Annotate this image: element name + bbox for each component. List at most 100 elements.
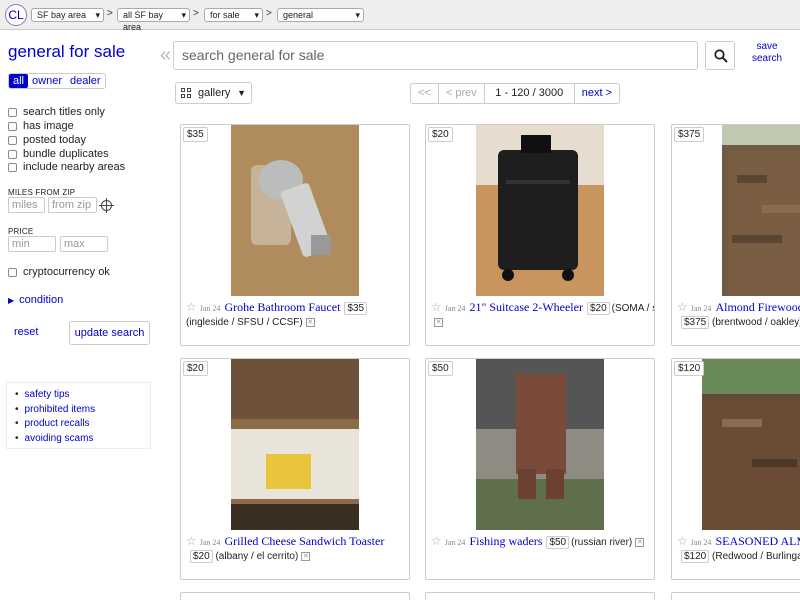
listing-date: Jan 24: [199, 304, 221, 313]
listing-card[interactable]: $20 ☆ Jan 24 21" Suitcase 2-Wheeler $20 (SOM…: [425, 124, 655, 346]
listing-location: (SOMA / south beach): [611, 303, 654, 314]
listing-meta: $20 (albany / el cerrito) ✕: [186, 550, 409, 563]
top-bar: CL SF bay area > all SF bay area > for s…: [0, 0, 800, 32]
listing-title[interactable]: Grilled Cheese Sandwich Toaster: [224, 534, 384, 548]
breadcrumb-separator: >: [107, 8, 113, 19]
subcategory-select[interactable]: general: [277, 8, 364, 22]
listing-photo[interactable]: [476, 125, 604, 296]
search-input[interactable]: search general for sale: [173, 41, 698, 70]
breadcrumb-separator: >: [193, 8, 199, 19]
listing-title[interactable]: 21" Suitcase 2-Wheeler: [469, 300, 583, 314]
min-price-input[interactable]: min: [8, 236, 56, 252]
first-page-button[interactable]: <<: [411, 84, 439, 103]
category-select[interactable]: for sale: [204, 8, 263, 22]
safety-tips-link[interactable]: safety tips: [15, 388, 150, 403]
avoiding-scams-link[interactable]: avoiding scams: [15, 432, 150, 447]
listing-photo[interactable]: [231, 125, 359, 296]
tab-owner[interactable]: owner: [28, 74, 66, 88]
listing-photo[interactable]: [702, 359, 800, 530]
condition-toggle[interactable]: ▶ condition: [8, 294, 63, 306]
checkbox[interactable]: [8, 149, 17, 159]
listing-photo[interactable]: [722, 125, 800, 296]
safety-links-box: safety tips prohibited items product rec…: [6, 382, 151, 449]
filter-has-image[interactable]: has image: [8, 119, 74, 133]
tab-dealer[interactable]: dealer: [66, 74, 105, 88]
collapse-sidebar-icon[interactable]: «: [160, 44, 171, 67]
filter-nearby-areas[interactable]: include nearby areas: [8, 160, 125, 174]
region-select[interactable]: SF bay area: [31, 8, 104, 22]
update-search-button[interactable]: update search: [69, 321, 150, 345]
save-search-label: search: [751, 53, 782, 64]
listing-card[interactable]: $120 ☆Jan 24SEASONED ALMOND FIREWOOD $12…: [671, 358, 800, 580]
toaster-photo: [231, 359, 359, 530]
checkbox[interactable]: [8, 162, 17, 172]
pagination: << < prev 1 - 120 / 3000 next >: [410, 83, 621, 104]
listing-location: (russian river): [571, 537, 633, 548]
listing-date: Jan 24: [199, 538, 221, 547]
listing-title[interactable]: Almond Firewood: [715, 300, 800, 314]
listing-card[interactable]: [425, 592, 655, 600]
listing-date: Jan 24: [690, 538, 712, 547]
listing-meta: (ingleside / SFSU / CCSF) ✕: [186, 317, 409, 328]
checkbox[interactable]: [8, 107, 17, 117]
listing-card[interactable]: [671, 592, 800, 600]
listing-meta: ✕: [431, 317, 654, 328]
condition-label: condition: [19, 294, 64, 306]
listing-title[interactable]: Grohe Bathroom Faucet: [224, 300, 340, 314]
miles-input[interactable]: miles: [8, 197, 45, 213]
listing-card[interactable]: $20 ☆ Jan 24 Grilled Cheese Sandwich Toast…: [180, 358, 410, 580]
listing-card[interactable]: $50 ☆ Jan 24 Fishing waders $50 (russian riv…: [425, 358, 655, 580]
locate-me-icon[interactable]: [99, 198, 114, 213]
star-icon[interactable]: ☆: [431, 534, 442, 548]
listing-date: Jan 24: [444, 538, 466, 547]
filter-bundle-duplicates[interactable]: bundle duplicates: [8, 147, 109, 161]
filter-label: posted today: [23, 134, 86, 146]
listing-photo[interactable]: [231, 359, 359, 530]
listing-title-line: ☆ Jan 24 Fishing waders $50 (russian river) ✕: [431, 534, 654, 549]
prev-page-button[interactable]: < prev: [439, 84, 485, 103]
tab-all[interactable]: all: [9, 74, 29, 88]
listing-card[interactable]: [180, 592, 410, 600]
search-icon: [714, 49, 728, 63]
filter-search-titles[interactable]: search titles only: [8, 105, 105, 119]
star-icon[interactable]: ☆: [677, 300, 688, 314]
caret-right-icon: ▶: [8, 296, 15, 305]
hide-listing-icon[interactable]: ✕: [305, 317, 315, 327]
prohibited-items-link[interactable]: prohibited items: [15, 403, 150, 418]
star-icon[interactable]: ☆: [186, 300, 197, 314]
listing-location: (Redwood / Burlingame): [712, 551, 800, 562]
firewood-photo: [722, 125, 800, 296]
breadcrumb-separator: >: [266, 8, 272, 19]
checkbox[interactable]: [8, 135, 17, 145]
max-price-input[interactable]: max: [60, 236, 108, 252]
hide-listing-icon[interactable]: ✕: [635, 537, 645, 547]
craigslist-logo[interactable]: CL: [5, 4, 27, 26]
listing-card[interactable]: $375 ☆ Jan 24 Almond Firewood $375 (brentw…: [671, 124, 800, 346]
product-recalls-link[interactable]: product recalls: [15, 417, 150, 432]
page-range: 1 - 120 / 3000: [485, 84, 575, 103]
listing-photo[interactable]: [476, 359, 604, 530]
listing-location: (brentwood / oakley): [712, 317, 800, 328]
listing-date: Jan 24: [690, 304, 712, 313]
checkbox[interactable]: [8, 121, 17, 131]
save-search-link[interactable]: save search: [749, 41, 785, 65]
checkbox[interactable]: [8, 267, 17, 277]
price-badge: $375: [674, 127, 705, 142]
star-icon[interactable]: ☆: [186, 534, 197, 548]
star-icon[interactable]: ☆: [677, 534, 688, 548]
star-icon[interactable]: ☆: [431, 300, 442, 314]
search-button[interactable]: [705, 41, 735, 70]
hide-listing-icon[interactable]: ✕: [434, 317, 443, 327]
next-page-button[interactable]: next >: [575, 84, 619, 103]
listing-title[interactable]: SEASONED ALMOND FIREWOOD: [715, 534, 800, 548]
subarea-select[interactable]: all SF bay area: [117, 8, 190, 32]
view-mode-dropdown[interactable]: gallery ▼: [175, 82, 252, 104]
zip-input[interactable]: from zip: [48, 197, 97, 213]
listing-card[interactable]: $35 ☆ Jan 24 Grohe Bathroom Faucet $35 (ing…: [180, 124, 410, 346]
reset-link[interactable]: reset: [14, 326, 38, 338]
filter-crypto[interactable]: cryptocurrency ok: [8, 265, 110, 279]
price-badge: $120: [674, 361, 705, 376]
hide-listing-icon[interactable]: ✕: [301, 551, 311, 561]
filter-posted-today[interactable]: posted today: [8, 133, 86, 147]
listing-title[interactable]: Fishing waders: [469, 534, 542, 548]
